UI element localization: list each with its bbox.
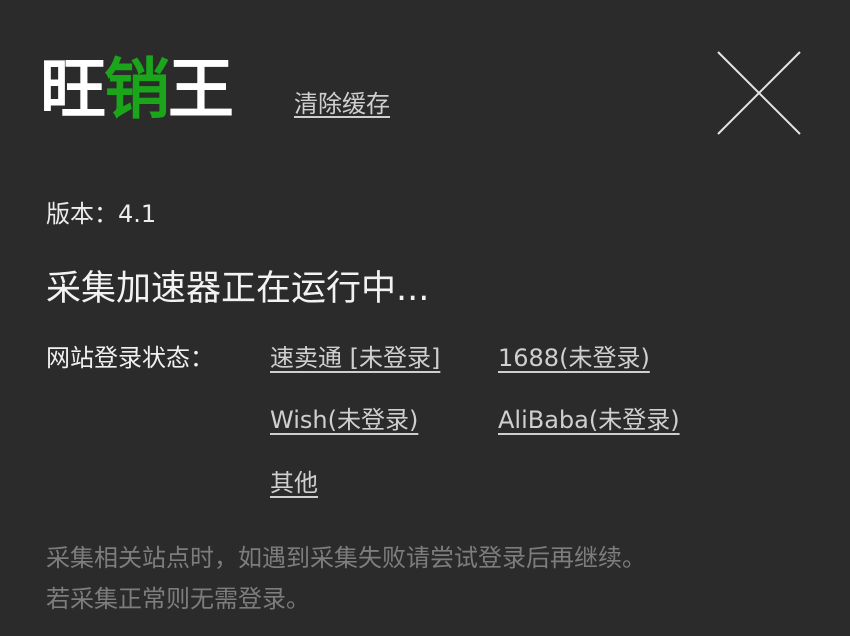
site-login-aliexpress-link[interactable]: 速卖通 [未登录] (270, 338, 440, 373)
notice-line-2: 若采集正常则无需登录。 (46, 585, 310, 613)
site-login-1688-link[interactable]: 1688(未登录) (498, 338, 650, 373)
close-icon (717, 51, 801, 135)
notice-line-1: 采集相关站点时，如遇到采集失败请尝试登录后再继续。 (46, 544, 646, 572)
logo-char-wang: 旺 (40, 51, 106, 128)
clear-cache-link[interactable]: 清除缓存 (294, 84, 390, 119)
wangxiaowang-dialog: 旺 销 王 清除缓存 版本：4.1 采集加速器正在运行中... 网站登录状态： … (0, 0, 850, 636)
app-logo: 旺 销 王 (40, 50, 234, 130)
site-login-wish-link[interactable]: Wish(未登录) (270, 400, 418, 435)
version-text: 版本：4.1 (46, 200, 157, 228)
running-status-text: 采集加速器正在运行中... (46, 269, 430, 309)
site-login-other-link[interactable]: 其他 (270, 463, 318, 498)
site-login-alibaba-link[interactable]: AliBaba(未登录) (498, 400, 680, 435)
login-status-label: 网站登录状态： (46, 344, 214, 372)
logo-char-xiao: 销 (104, 51, 170, 128)
login-notice: 采集相关站点时，如遇到采集失败请尝试登录后再继续。 若采集正常则无需登录。 (46, 538, 646, 620)
close-button[interactable] (716, 50, 802, 136)
logo-char-king: 王 (168, 51, 234, 128)
